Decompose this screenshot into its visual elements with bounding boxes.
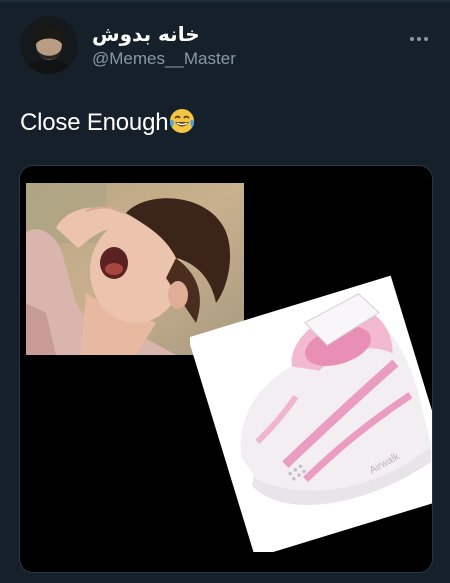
face-with-tears-of-joy-icon	[170, 109, 195, 133]
avatar[interactable]	[20, 16, 78, 74]
display-name[interactable]: خانه بدوش	[92, 22, 200, 46]
tweet-text: Close Enough	[20, 108, 195, 137]
avatar-portrait	[20, 16, 78, 74]
tweet-text-content: Close Enough	[20, 109, 169, 136]
tweet-card: خانه بدوش @Memes__Master Close Enough Ai…	[0, 0, 450, 583]
tweet-media[interactable]: Airwalk	[19, 165, 433, 573]
more-dots-icon[interactable]	[410, 28, 432, 41]
pink-sneaker-illustration: Airwalk	[187, 275, 432, 558]
divider	[0, 0, 450, 2]
pink-sneaker-photo: Airwalk	[187, 262, 432, 558]
user-handle[interactable]: @Memes__Master	[92, 49, 236, 69]
